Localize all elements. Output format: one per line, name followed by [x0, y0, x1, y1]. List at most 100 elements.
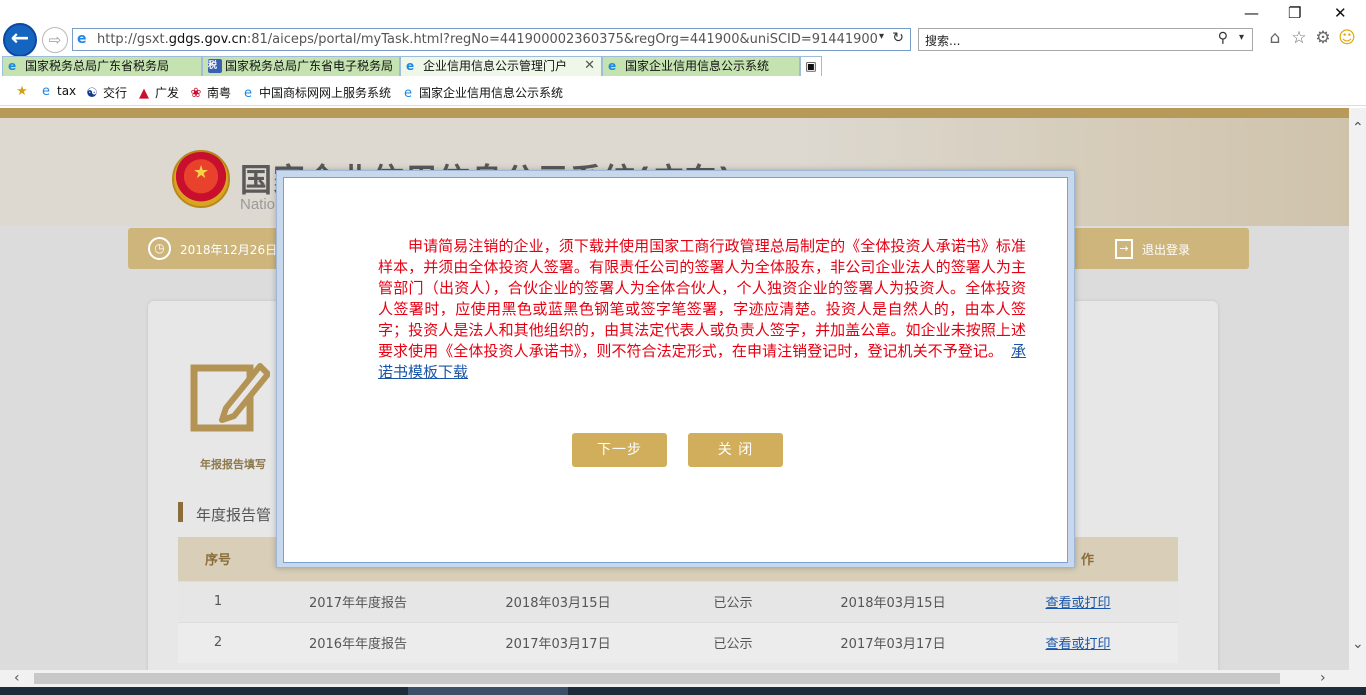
section-marker — [178, 502, 183, 522]
forward-button[interactable]: ⇨ — [42, 27, 68, 53]
tab-credit-portal[interactable]: e 企业信用信息公示管理门户 ✕ — [400, 56, 602, 76]
cell-status: 已公示 — [658, 621, 808, 663]
restore-icon[interactable]: ❐ — [1288, 4, 1301, 22]
settings-gear-icon[interactable]: ⚙ — [1314, 28, 1332, 48]
tab-strip: e 国家税务总局广东省税务局 税 国家税务总局广东省电子税务局 e 企业信用信息… — [0, 56, 830, 76]
view-print-link[interactable]: 查看或打印 — [1045, 596, 1110, 611]
table-row: 1 2017年年度报告 2018年03月15日 已公示 2018年03月15日 … — [178, 580, 1178, 622]
view-print-link[interactable]: 查看或打印 — [1045, 637, 1110, 652]
close-tab-icon[interactable]: ✕ — [584, 57, 595, 75]
new-tab-icon: ▣ — [805, 59, 817, 73]
favorites-star-add-icon[interactable]: ★ — [14, 84, 33, 99]
close-dialog-button[interactable]: 关 闭 — [688, 433, 783, 467]
etax-tab-icon: 税 — [208, 59, 222, 73]
tab-gd-tax[interactable]: e 国家税务总局广东省税务局 — [2, 56, 202, 76]
back-button[interactable]: ← — [3, 23, 37, 57]
home-icon[interactable]: ⌂ — [1266, 28, 1284, 48]
ie-page-icon: e — [77, 31, 87, 47]
refresh-icon[interactable]: ↻ — [892, 30, 904, 46]
cgb-icon: ▲ — [139, 86, 149, 101]
browser-toolbar-icons: ⌂ ☆ ⚙ ☺ — [1266, 28, 1362, 50]
close-window-icon[interactable]: ✕ — [1334, 4, 1347, 22]
horizontal-scrollbar[interactable]: ‹ › — [0, 670, 1349, 687]
minimize-icon[interactable]: — — [1244, 4, 1259, 22]
ie-tab-icon: e — [608, 59, 617, 73]
ie-fav-icon: e — [42, 84, 50, 99]
logout-icon[interactable]: → — [1115, 239, 1133, 259]
logout-link[interactable]: 退出登录 — [1142, 241, 1190, 258]
annual-report-edit-icon[interactable] — [190, 356, 270, 436]
tab-label: 国家税务总局广东省税务局 — [25, 59, 170, 73]
fav-item-nanyue[interactable]: ❀ 南粤 — [188, 84, 231, 101]
scrollbar-corner — [1349, 670, 1366, 687]
cell-report: 2016年年度报告 — [258, 621, 458, 663]
fav-item-credit-system[interactable]: e 国家企业信用信息公示系统 — [400, 84, 563, 101]
windows-taskbar — [0, 687, 1366, 695]
notice-body: 申请简易注销的企业，须下载并使用国家工商行政管理总局制定的《全体投资人承诺书》标… — [378, 237, 1026, 360]
search-icon[interactable]: ⚲ — [1218, 30, 1228, 46]
fav-label: 南粤 — [207, 86, 232, 100]
current-date: 2018年12月26日 — [180, 243, 278, 257]
table-row: 2 2016年年度报告 2017年03月17日 已公示 2017年03月17日 … — [178, 621, 1178, 663]
favorites-bar: ★ e tax ☯ 交行 ▲ 广发 ❀ 南粤 e 中国商标网网上服务系统 e 国家企业信用信… — [0, 80, 1366, 106]
deregistration-notice-text: 申请简易注销的企业，须下载并使用国家工商行政管理总局制定的《全体投资人承诺书》标… — [378, 236, 1026, 383]
cell-action: 查看或打印 — [978, 580, 1178, 622]
fav-label: tax — [57, 84, 77, 98]
tab-label: 国家税务总局广东省电子税务局 — [225, 59, 394, 73]
tab-label: 国家企业信用信息公示系统 — [625, 59, 770, 73]
next-step-button[interactable]: 下一步 — [572, 433, 667, 467]
top-gold-strip — [0, 108, 1349, 118]
dialog-content: 申请简易注销的企业，须下载并使用国家工商行政管理总局制定的《全体投资人承诺书》标… — [283, 177, 1068, 563]
section-title: 年度报告管 — [196, 506, 272, 524]
cell-report: 2017年年度报告 — [258, 580, 458, 622]
fav-label: 国家企业信用信息公示系统 — [419, 86, 564, 100]
cell-date: 2017年03月17日 — [808, 621, 978, 663]
scroll-left-icon[interactable]: ‹ — [14, 670, 20, 686]
ie-tab-icon: e — [406, 59, 415, 73]
scroll-right-icon[interactable]: › — [1320, 670, 1326, 686]
fav-item-bocom[interactable]: ☯ 交行 — [84, 84, 127, 101]
feedback-smiley-icon[interactable]: ☺ — [1338, 28, 1356, 48]
national-emblem-icon: ★ — [172, 150, 230, 208]
taskbar-active-app[interactable] — [408, 687, 568, 695]
address-bar[interactable]: e http://gsxt.gdgs.gov.cn:81/aiceps/port… — [72, 28, 911, 51]
favorites-star-icon[interactable]: ☆ — [1290, 28, 1308, 48]
cell-action: 查看或打印 — [978, 621, 1178, 663]
fav-label: 广发 — [155, 86, 180, 100]
cell-date: 2017年03月17日 — [458, 621, 658, 663]
fav-label: 中国商标网网上服务系统 — [259, 86, 392, 100]
clock-icon: ◷ — [148, 237, 171, 260]
browser-chrome: ← ⇨ e http://gsxt.gdgs.gov.cn:81/aiceps/… — [0, 0, 1366, 108]
fav-item-cgb[interactable]: ▲ 广发 — [136, 84, 179, 101]
cell-no: 2 — [178, 621, 258, 663]
address-dropdown-icon[interactable]: ▾ — [879, 31, 884, 42]
tab-credit-system[interactable]: e 国家企业信用信息公示系统 — [602, 56, 800, 76]
ie-tab-icon: e — [8, 59, 17, 73]
cell-status: 已公示 — [658, 580, 808, 622]
annual-report-fill-label[interactable]: 年报报告填写 — [200, 456, 266, 472]
fav-item-tax[interactable]: e tax — [38, 84, 76, 99]
horizontal-scroll-thumb[interactable] — [34, 673, 1280, 684]
cell-no: 1 — [178, 580, 258, 622]
search-box[interactable]: 搜索... ⚲ ▾ — [918, 28, 1253, 51]
nanyue-icon: ❀ — [190, 86, 202, 101]
scroll-down-icon[interactable]: ⌄ — [1352, 636, 1364, 652]
col-header-no: 序号 — [178, 537, 258, 581]
scroll-up-icon[interactable]: ⌃ — [1352, 120, 1364, 136]
ie-fav-icon: e — [404, 86, 412, 101]
fav-item-trademark[interactable]: e 中国商标网网上服务系统 — [240, 84, 391, 101]
tab-gd-etax[interactable]: 税 国家税务总局广东省电子税务局 — [202, 56, 400, 76]
site-subtitle: Natio — [240, 196, 276, 213]
bocom-icon: ☯ — [86, 86, 98, 101]
new-tab-button[interactable]: ▣ — [800, 56, 822, 76]
search-input[interactable]: 搜索... — [925, 32, 960, 49]
deregistration-notice-dialog: 申请简易注销的企业，须下载并使用国家工商行政管理总局制定的《全体投资人承诺书》标… — [276, 170, 1075, 568]
tab-label: 企业信用信息公示管理门户 — [423, 59, 568, 73]
vertical-scrollbar[interactable]: ⌃ ⌄ — [1349, 108, 1366, 670]
ie-fav-icon: e — [244, 86, 252, 101]
cell-date: 2018年03月15日 — [458, 580, 658, 622]
search-dropdown-icon[interactable]: ▾ — [1239, 32, 1244, 43]
cell-date: 2018年03月15日 — [808, 580, 978, 622]
url-text[interactable]: http://gsxt.gdgs.gov.cn:81/aiceps/portal… — [97, 32, 877, 48]
fav-label: 交行 — [103, 86, 128, 100]
